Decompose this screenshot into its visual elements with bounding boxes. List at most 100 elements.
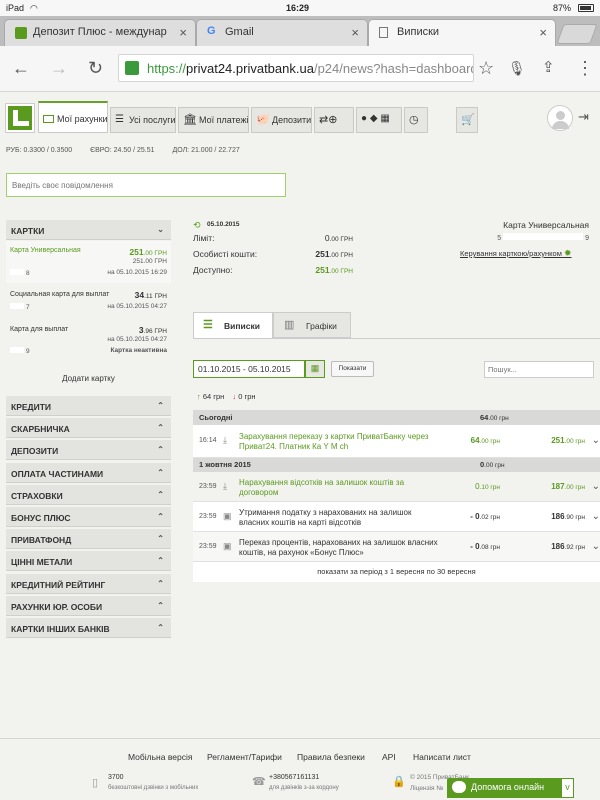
row-balance: 186: [551, 512, 565, 521]
tab-apps[interactable]: ● ◆ ▦: [356, 107, 402, 133]
card-status: Картка неактивна: [110, 347, 167, 354]
footer-link-mobile[interactable]: Мобільна версія: [128, 752, 192, 762]
menu-dots-icon[interactable]: ⋮: [576, 58, 594, 78]
rate-value: 21.000 / 22.727: [191, 147, 240, 154]
phone-free-note: безкоштовні дзвінки з мобільних: [108, 785, 199, 791]
card-name: Карта для выплат: [10, 326, 69, 333]
reload-icon[interactable]: ↻: [88, 58, 103, 78]
chevron-up-icon: ⌃: [157, 445, 164, 455]
tab-transfers[interactable]: ⇄⊕: [314, 107, 354, 133]
tab-statements-content[interactable]: ☰ Виписки: [193, 312, 273, 338]
sidebar-section-item[interactable]: ОПЛАТА ЧАСТИНАМИ ⌃: [6, 462, 171, 483]
selected-card-number: 59: [497, 233, 589, 242]
bookmark-star-icon[interactable]: ☆: [478, 58, 494, 78]
chevron-up-icon: ⌃: [157, 401, 164, 410]
sidebar-section-item[interactable]: ДЕПОЗИТИ ⌃: [6, 440, 171, 461]
card-item-universal[interactable]: Карта Универсальная 251.00 ГРН 251.00 ГР…: [6, 241, 171, 283]
section-title: КАРТКИ: [11, 226, 45, 236]
phone-free: 3700: [108, 774, 124, 781]
table-row[interactable]: 23:59 ⤓ Нарахування відсотків на залишок…: [193, 472, 600, 502]
microphone-icon[interactable]: 🎙: [508, 58, 526, 78]
tab-all-services[interactable]: ☰ Усі послуги: [110, 107, 176, 133]
privatbank-logo-icon[interactable]: [6, 104, 34, 132]
tab-statements[interactable]: Виписки ×: [368, 19, 556, 46]
card-item-social[interactable]: Социальная карта для выплат 34.11 ГРН 7 …: [6, 284, 171, 317]
table-row[interactable]: 23:59 ▣ Переказ процентів, нарахованих н…: [193, 532, 600, 562]
tabs-divider: [193, 338, 600, 339]
gear-icon: ✹: [563, 248, 572, 258]
message-input[interactable]: [6, 173, 286, 197]
table-row[interactable]: 16:14 ⤓ Зарахування переказу з картки Пр…: [193, 425, 600, 458]
status-bar: iPad ◠ 16:29 87%: [0, 0, 600, 16]
card-amount-dec: .96 ГРН: [143, 328, 167, 335]
sidebar-section-item[interactable]: ЦІННІ МЕТАЛИ ⌃: [6, 551, 171, 572]
rate-value: 24.50 / 25.51: [113, 147, 155, 154]
tab-deposit[interactable]: Депозит Плюс - междунар ×: [4, 19, 196, 46]
section-title: ЦІННІ МЕТАЛИ: [11, 557, 73, 568]
section-title: БОНУС ПЛЮС: [11, 513, 71, 523]
group-total-unit: .00 грн: [484, 462, 505, 469]
card-number: 9: [10, 347, 30, 355]
tab-gmail[interactable]: G Gmail ×: [196, 19, 368, 46]
tab-cart[interactable]: 🛒: [456, 107, 478, 133]
close-tab-icon[interactable]: ×: [539, 25, 547, 40]
close-tab-icon[interactable]: ×: [179, 25, 187, 40]
date-range-input[interactable]: 01.10.2015 - 05.10.2015: [193, 360, 305, 378]
chevron-down-icon[interactable]: ⌄: [592, 435, 600, 446]
calendar-icon[interactable]: ▦: [305, 360, 325, 378]
sidebar-section-item[interactable]: БОНУС ПЛЮС ⌃: [6, 507, 171, 527]
close-tab-icon[interactable]: ×: [351, 25, 359, 40]
sidebar-section-item[interactable]: СТРАХОВКИ ⌃: [6, 484, 171, 505]
manage-card-link[interactable]: Керування карткою/рахунком ✹: [460, 248, 572, 259]
footer-link-write[interactable]: Написати лист: [413, 752, 471, 762]
sidebar-section-item[interactable]: ПРИВАТФОНД ⌃: [6, 529, 171, 550]
new-tab-button[interactable]: [556, 24, 598, 44]
device-label: iPad: [6, 3, 25, 13]
tab-charts[interactable]: ▥ Графіки: [273, 312, 351, 338]
sidebar-section-item[interactable]: КРЕДИТНИЙ РЕЙТИНГ ⌃: [6, 573, 171, 594]
row-amount-dec: .10 грн: [479, 484, 500, 491]
url-field[interactable]: https://privat24.privatbank.ua/p24/news?…: [118, 54, 474, 82]
row-amount: 64: [470, 436, 480, 445]
show-button[interactable]: Показати: [331, 361, 374, 377]
content-tabs: ☰ Виписки ▥ Графіки: [193, 312, 351, 338]
sidebar-section-item[interactable]: РАХУНКИ ЮР. ОСОБИ ⌃: [6, 595, 171, 616]
chevron-down-icon[interactable]: v: [561, 778, 574, 798]
chevron-up-icon: ⌃: [157, 534, 164, 544]
footer-link-tariffs[interactable]: Регламент/Тарифи: [207, 752, 282, 762]
tab-deposits[interactable]: 🐖 Депозити: [251, 107, 312, 133]
card-name: Социальная карта для выплат: [10, 291, 110, 298]
forward-arrow-icon[interactable]: →: [50, 58, 68, 78]
cards-section-header[interactable]: КАРТКИ ⌄: [6, 220, 171, 240]
card-item-payments[interactable]: Карта для выплат 3.96 ГРН на 05.10.2015 …: [6, 318, 171, 358]
table-row[interactable]: 23:59 ▣ Утримання податку з нарахованих …: [193, 502, 600, 532]
sidebar-section-item[interactable]: СКАРБНИЧКА ⌃: [6, 418, 171, 439]
download-icon: ⤓: [223, 435, 227, 445]
share-icon[interactable]: ⇪: [542, 58, 555, 78]
tab-my-accounts[interactable]: Мої рахунки: [38, 101, 108, 133]
row-amount: - 0: [470, 512, 480, 521]
sidebar-section-item[interactable]: КАРТКИ ІНШИХ БАНКІВ ⌃: [6, 618, 171, 638]
section-title: КРЕДИТНИЙ РЕЙТИНГ: [11, 579, 106, 590]
chevron-down-icon[interactable]: ⌄: [592, 481, 600, 492]
refresh-icon[interactable]: ⟲: [193, 220, 201, 231]
chevron-down-icon[interactable]: ⌄: [592, 511, 600, 522]
search-input[interactable]: [484, 361, 594, 378]
phone-abroad: +380567161131: [269, 774, 320, 781]
chevron-down-icon[interactable]: ⌄: [592, 541, 600, 552]
tab-my-payments[interactable]: 🏛 Мої платежі: [178, 107, 249, 133]
add-card-link[interactable]: Додати картку: [6, 374, 171, 383]
row-balance-dec: .00 грн: [564, 484, 585, 491]
footer-link-api[interactable]: API: [382, 752, 396, 762]
avatar[interactable]: [547, 105, 573, 131]
chevron-up-icon: ⌃: [157, 578, 164, 588]
logout-icon[interactable]: ⇥: [578, 109, 589, 125]
tab-history[interactable]: ◷: [404, 107, 428, 133]
cart-icon: 🛒: [461, 114, 475, 126]
back-arrow-icon[interactable]: ←: [12, 58, 30, 78]
period-link[interactable]: показати за період з 1 вересня по 30 вер…: [193, 562, 600, 582]
footer-link-security[interactable]: Правила безпеки: [297, 752, 365, 762]
bank-icon: 🏛: [183, 114, 197, 126]
help-online-button[interactable]: Допомога онлайн: [447, 778, 573, 798]
sidebar-section-item[interactable]: КРЕДИТИ ⌃: [6, 396, 171, 416]
